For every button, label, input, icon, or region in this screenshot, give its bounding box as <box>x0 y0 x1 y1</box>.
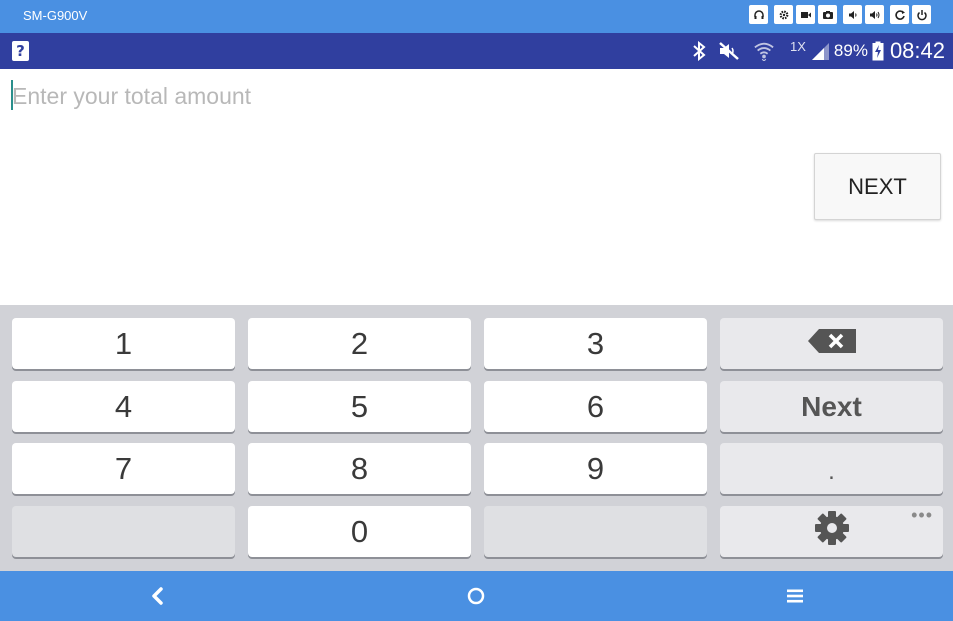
backspace-icon <box>806 326 858 362</box>
device-toolbar: SM-G900V <box>0 0 953 33</box>
back-icon[interactable] <box>143 581 173 611</box>
navigation-bar <box>0 571 953 621</box>
total-amount-input[interactable] <box>10 78 940 114</box>
status-clock: 08:42 <box>889 38 945 63</box>
backspace-key[interactable] <box>720 318 943 369</box>
help-icon: ? <box>12 41 29 61</box>
mute-icon <box>718 41 740 61</box>
gear-icon[interactable] <box>774 5 793 24</box>
menu-icon[interactable] <box>780 581 810 611</box>
key-6[interactable]: 6 <box>484 381 707 432</box>
network-type: 1X <box>790 38 806 54</box>
dot-key[interactable]: . <box>720 443 943 494</box>
device-controls <box>749 5 931 24</box>
status-bar: ? 1X 89% 08:42 <box>0 33 953 69</box>
battery-percent: 89% <box>833 41 868 60</box>
gear-icon <box>812 508 852 556</box>
next-button[interactable]: NEXT <box>814 153 941 220</box>
volume-up-icon[interactable] <box>865 5 884 24</box>
key-1[interactable]: 1 <box>12 318 235 369</box>
blank-key-left[interactable] <box>12 506 235 557</box>
key-3[interactable]: 3 <box>484 318 707 369</box>
bluetooth-icon <box>692 41 706 61</box>
video-camera-icon[interactable] <box>796 5 815 24</box>
refresh-icon[interactable] <box>890 5 909 24</box>
wifi-icon <box>752 41 776 61</box>
device-name: SM-G900V <box>23 8 88 23</box>
text-cursor <box>11 80 13 110</box>
home-icon[interactable] <box>461 581 491 611</box>
volume-down-icon[interactable] <box>843 5 862 24</box>
battery-charging-icon <box>872 41 884 61</box>
keyboard-settings-key[interactable]: ••• <box>720 506 943 557</box>
key-4[interactable]: 4 <box>12 381 235 432</box>
key-2[interactable]: 2 <box>248 318 471 369</box>
status-indicators: 1X 89% 08:42 <box>680 33 945 69</box>
key-9[interactable]: 9 <box>484 443 707 494</box>
key-0[interactable]: 0 <box>248 506 471 557</box>
blank-key-right[interactable] <box>484 506 707 557</box>
key-5[interactable]: 5 <box>248 381 471 432</box>
cell-signal-icon <box>810 41 830 61</box>
more-options-icon: ••• <box>911 505 933 525</box>
key-8[interactable]: 8 <box>248 443 471 494</box>
keyboard-next-key[interactable]: Next <box>720 381 943 432</box>
headphones-icon[interactable] <box>749 5 768 24</box>
key-7[interactable]: 7 <box>12 443 235 494</box>
numeric-keyboard: 1 2 3 4 5 6 Next 7 8 9 . 0 ••• <box>0 305 953 571</box>
camera-icon[interactable] <box>818 5 837 24</box>
power-icon[interactable] <box>912 5 931 24</box>
